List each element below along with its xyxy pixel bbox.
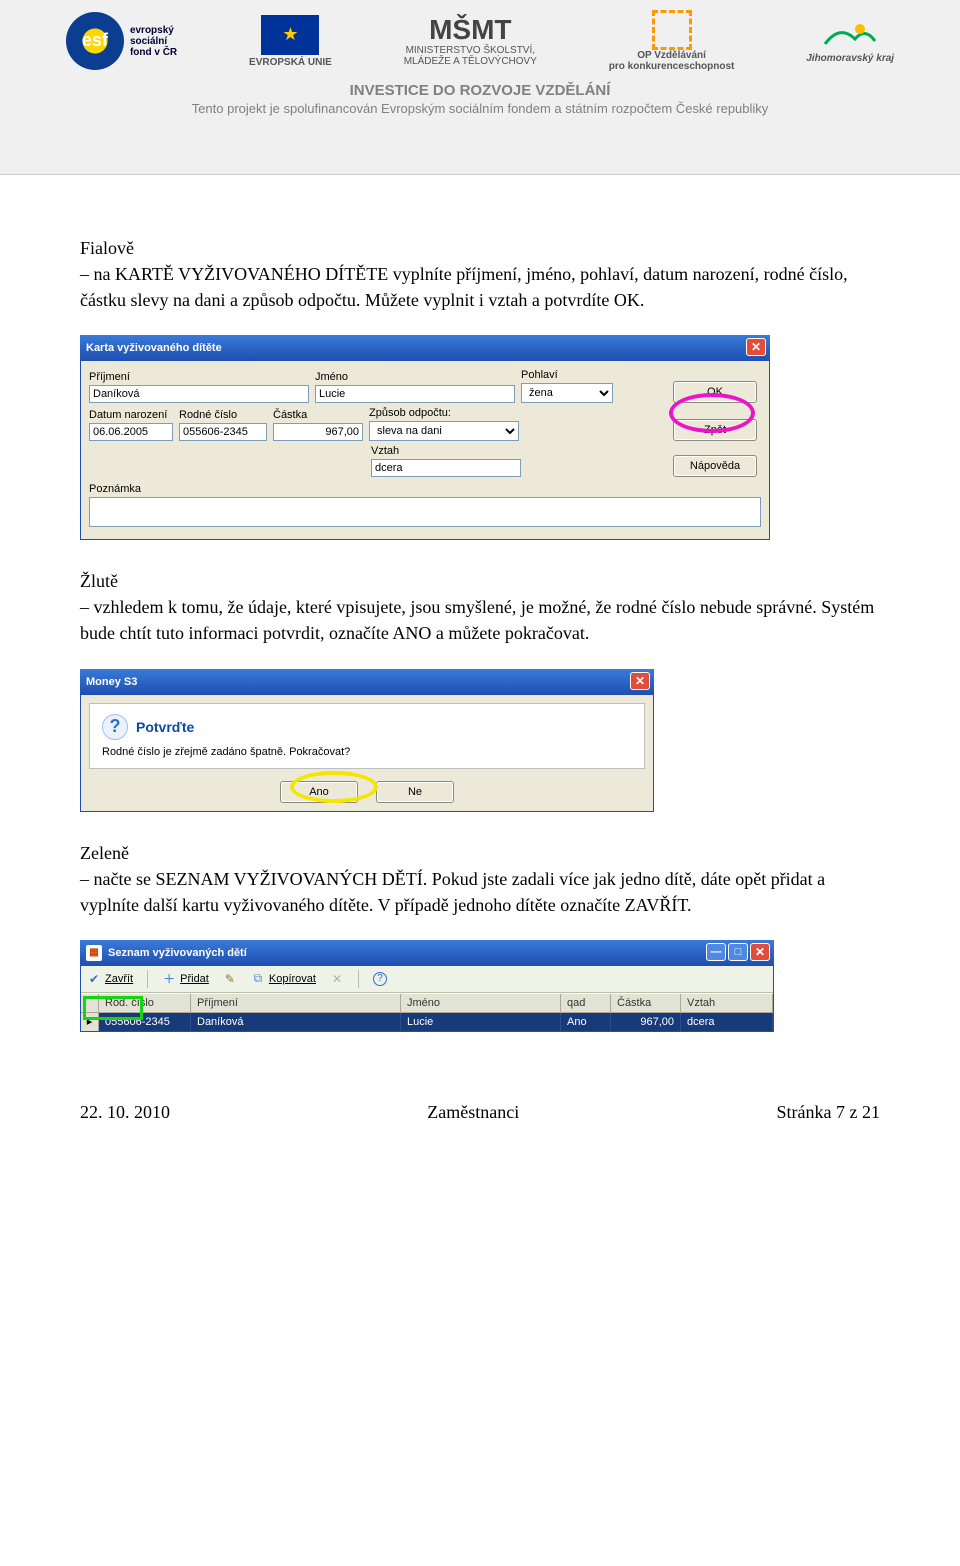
- check-icon: ✔: [87, 972, 101, 986]
- footer-date: 22. 10. 2010: [80, 1102, 170, 1123]
- confirm-message: Rodné číslo je zřejmě zadáno špatně. Pok…: [102, 746, 632, 758]
- footer-title: Zaměstnanci: [427, 1102, 519, 1123]
- ano-button[interactable]: Ano: [280, 781, 358, 803]
- row-selector-header: [81, 994, 99, 1012]
- select-pohlavi[interactable]: žena: [521, 383, 613, 403]
- seznam-titlebar[interactable]: ▦ Seznam vyživovaných dětí — □ ✕: [80, 940, 774, 966]
- label-datum: Datum narození: [89, 409, 173, 421]
- paragraph-zelene: Zeleně – načte se SEZNAM VYŽIVOVANÝCH DĚ…: [80, 840, 880, 918]
- cell-rod: 055606-2345: [99, 1013, 191, 1031]
- edit-button[interactable]: ✎: [223, 972, 237, 986]
- cell-castka: 967,00: [611, 1013, 681, 1031]
- input-prijmeni[interactable]: [89, 385, 309, 403]
- confirm-titlebar[interactable]: Money S3 ✕: [80, 669, 654, 695]
- karta-title: Karta vyživovaného dítěte: [86, 342, 222, 354]
- msmt-logo: MŠMT MINISTERSTVO ŠKOLSTVÍ, MLÁDEŽE A TĚ…: [404, 15, 537, 68]
- banner-strapline: INVESTICE DO ROZVOJE VZDĚLÁNÍ: [0, 82, 960, 99]
- input-rodne[interactable]: [179, 423, 267, 441]
- footer-page: Stránka 7 z 21: [777, 1102, 880, 1123]
- seznam-window: ▦ Seznam vyživovaných dětí — □ ✕ ✔Zavřít…: [80, 940, 774, 1032]
- label-castka: Částka: [273, 409, 363, 421]
- minimize-icon[interactable]: —: [706, 943, 726, 961]
- col-qad[interactable]: qad: [561, 994, 611, 1012]
- input-castka[interactable]: [273, 423, 363, 441]
- cell-prijmeni: Daníková: [191, 1013, 401, 1031]
- maximize-icon[interactable]: □: [728, 943, 748, 961]
- paragraph-fialove: Fialově – na KARTĚ VYŽIVOVANÉHO DÍTĚTE v…: [80, 235, 880, 313]
- toolbar-separator: [147, 970, 148, 988]
- confirm-header: Potvrďte: [136, 719, 194, 735]
- zavrit-button[interactable]: ✔Zavřít: [87, 972, 133, 986]
- confirm-title: Money S3: [86, 676, 137, 688]
- page-footer: 22. 10. 2010 Zaměstnanci Stránka 7 z 21: [80, 1102, 880, 1123]
- window-icon: ▦: [86, 945, 102, 961]
- label-vztah: Vztah: [371, 445, 521, 457]
- label-zpusob: Způsob odpočtu:: [369, 407, 519, 419]
- op-logo: OP Vzdělávání pro konkurenceschopnost: [609, 10, 735, 72]
- col-jmeno[interactable]: Jméno: [401, 994, 561, 1012]
- delete-icon: ✕: [330, 972, 344, 986]
- close-icon[interactable]: ✕: [750, 943, 770, 961]
- kopirovat-button[interactable]: ⧉Kopírovat: [251, 972, 316, 986]
- col-prijmeni[interactable]: Příjmení: [191, 994, 401, 1012]
- select-zpusob[interactable]: sleva na dani: [369, 421, 519, 441]
- label-prijmeni: Příjmení: [89, 371, 309, 383]
- seznam-title: Seznam vyživovaných dětí: [108, 947, 247, 959]
- label-jmeno: Jméno: [315, 371, 515, 383]
- col-castka[interactable]: Částka: [611, 994, 681, 1012]
- seznam-toolbar: ✔Zavřít ＋Přidat ✎ ⧉Kopírovat ✕ ?: [81, 966, 773, 993]
- copy-icon: ⧉: [251, 972, 265, 986]
- toolbar-separator: [358, 970, 359, 988]
- input-datum[interactable]: [89, 423, 173, 441]
- cell-qad: Ano: [561, 1013, 611, 1031]
- label-pohlavi: Pohlaví: [521, 369, 613, 381]
- cell-vztah: dcera: [681, 1013, 773, 1031]
- banner-subtitle: Tento projekt je spolufinancován Evropsk…: [0, 101, 960, 116]
- textarea-poznamka[interactable]: [89, 497, 761, 527]
- close-icon[interactable]: ✕: [746, 338, 766, 356]
- question-icon: ?: [102, 714, 128, 740]
- col-rod[interactable]: Rod. číslo: [99, 994, 191, 1012]
- eu-logo: ★ EVROPSKÁ UNIE: [249, 15, 332, 68]
- paragraph-zlute: Žlutě – vzhledem k tomu, že údaje, které…: [80, 568, 880, 646]
- ne-button[interactable]: Ne: [376, 781, 454, 803]
- confirm-dialog: Money S3 ✕ ? Potvrďte Rodné číslo je zře…: [80, 669, 654, 812]
- ok-button[interactable]: OK: [673, 381, 757, 403]
- label-rodne: Rodné číslo: [179, 409, 267, 421]
- sponsor-banner: esf evropský sociální fond v ČR ★ EVROPS…: [0, 0, 960, 175]
- help-icon: ?: [373, 972, 387, 986]
- close-icon[interactable]: ✕: [630, 672, 650, 690]
- esf-logo: esf evropský sociální fond v ČR: [66, 12, 177, 70]
- karta-dialog: Karta vyživovaného dítěte ✕ Příjmení Jmé…: [80, 335, 770, 540]
- table-row[interactable]: ▸ 055606-2345 Daníková Lucie Ano 967,00 …: [81, 1013, 773, 1031]
- jmk-logo: Jihomoravský kraj: [806, 19, 894, 64]
- col-vztah[interactable]: Vztah: [681, 994, 773, 1012]
- pridat-button[interactable]: ＋Přidat: [162, 972, 209, 986]
- delete-button[interactable]: ✕: [330, 972, 344, 986]
- add-icon: ＋: [162, 972, 176, 986]
- seznam-grid-header: Rod. číslo Příjmení Jméno qad Částka Vzt…: [81, 993, 773, 1013]
- input-vztah[interactable]: [371, 459, 521, 477]
- label-poznamka: Poznámka: [89, 483, 761, 495]
- row-selector[interactable]: ▸: [81, 1013, 99, 1031]
- edit-icon: ✎: [223, 972, 237, 986]
- input-jmeno[interactable]: [315, 385, 515, 403]
- karta-titlebar[interactable]: Karta vyživovaného dítěte ✕: [80, 335, 770, 361]
- cell-jmeno: Lucie: [401, 1013, 561, 1031]
- zpet-button[interactable]: Zpět: [673, 419, 757, 441]
- help-button[interactable]: ?: [373, 972, 387, 986]
- napoveda-button[interactable]: Nápověda: [673, 455, 757, 477]
